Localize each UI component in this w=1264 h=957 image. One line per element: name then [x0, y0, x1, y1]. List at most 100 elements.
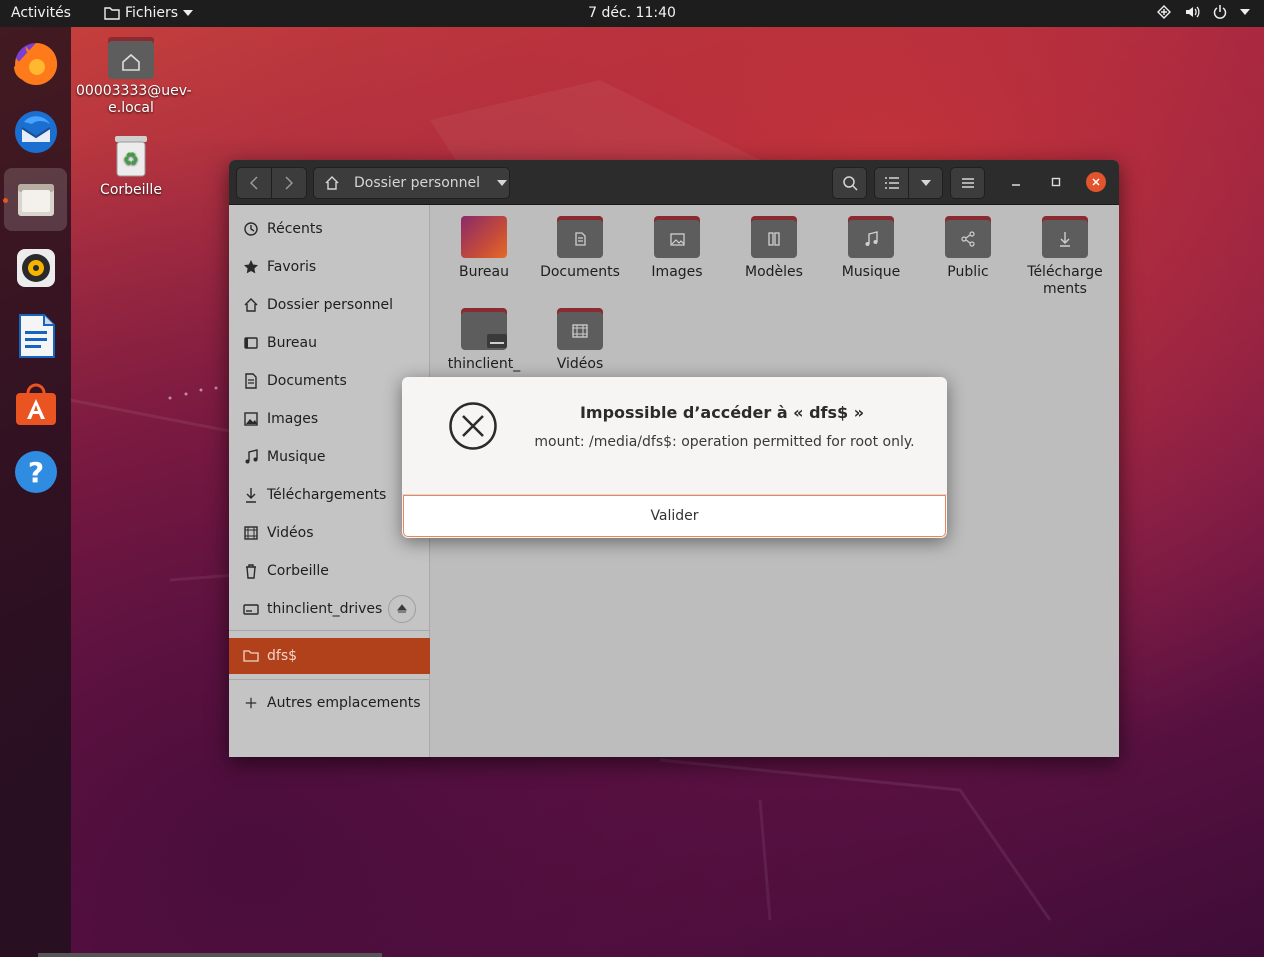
minimize-icon: [1012, 184, 1020, 186]
system-tray[interactable]: [1156, 4, 1250, 20]
sidebar-item-label: Favoris: [267, 259, 317, 275]
trash-icon: [246, 564, 256, 579]
sidebar-item-images[interactable]: Images: [229, 401, 430, 437]
sidebar-item-other-locations[interactable]: Autres emplacements: [229, 685, 430, 721]
desktop-trash-icon[interactable]: ♻ Corbeille: [76, 134, 186, 199]
valider-button[interactable]: Valider: [403, 495, 946, 537]
folder-item[interactable]: Modèles: [726, 216, 822, 281]
folder-item[interactable]: thinclient_: [436, 308, 532, 373]
sidebar-item-corbeille[interactable]: Corbeille: [229, 553, 430, 589]
trash-icon: [229, 563, 267, 579]
sidebar-item-t-l-chargements[interactable]: Téléchargements: [229, 477, 430, 513]
eject-button[interactable]: [388, 595, 416, 623]
image-icon: [244, 412, 258, 426]
firefox-launcher[interactable]: [4, 32, 67, 95]
drive-icon: [461, 308, 507, 350]
dock: ?: [0, 27, 71, 957]
sidebar-item-dossier-personnel[interactable]: Dossier personnel: [229, 287, 430, 323]
sidebar-item-label: thinclient_drives: [267, 601, 383, 617]
music-icon: [245, 449, 258, 464]
document-icon: [229, 373, 267, 389]
sidebar-item-label: Bureau: [267, 335, 317, 351]
view-options-button[interactable]: [908, 167, 943, 199]
minimize-button[interactable]: [1006, 172, 1026, 192]
video-icon: [557, 308, 603, 350]
sidebar: Récents Favoris Dossier personnel Bureau Doc…: [229, 205, 430, 757]
sidebar-item-bureau[interactable]: Bureau: [229, 325, 430, 361]
video-icon: [244, 526, 258, 540]
drive-icon: [243, 604, 259, 615]
chevron-right-icon: [285, 176, 293, 190]
taskbar-strip: [38, 953, 382, 957]
sidebar-item-dfs[interactable]: dfs$: [229, 638, 430, 674]
chevron-left-icon: [250, 176, 258, 190]
music-icon: [229, 449, 267, 465]
rhythmbox-launcher[interactable]: [4, 236, 67, 299]
path-label: Dossier personnel: [354, 175, 481, 191]
desktop-icon: [244, 337, 258, 349]
template-icon: [751, 216, 797, 258]
desktop-home-label: 00003333@uev-e.local: [76, 83, 192, 116]
folder-label: Vidéos: [556, 356, 604, 372]
top-bar: Activités Fichiers 7 déc. 11:40: [0, 0, 1264, 27]
sidebar-separator: [229, 679, 430, 680]
sidebar-item-r-cents[interactable]: Récents: [229, 211, 430, 247]
star-icon: [229, 259, 267, 275]
chevron-down-icon: [1240, 9, 1250, 15]
help-launcher[interactable]: ?: [4, 440, 67, 503]
folder-item[interactable]: Documents: [532, 216, 628, 281]
folder-item[interactable]: Télécharge ments: [1017, 216, 1113, 298]
folder-item[interactable]: Public: [920, 216, 1016, 281]
folder-item[interactable]: Vidéos: [532, 308, 628, 373]
forward-button[interactable]: [271, 167, 307, 199]
trash-icon: ♻: [115, 136, 147, 177]
home-folder-icon: [108, 37, 154, 79]
path-bar[interactable]: Dossier personnel: [313, 167, 510, 199]
thunderbird-icon: [14, 110, 57, 153]
network-icon: [1157, 5, 1171, 19]
folder-item[interactable]: Images: [629, 216, 725, 281]
clock-icon: [229, 221, 267, 237]
plus-icon: [245, 697, 257, 709]
sidebar-item-label: Autres emplacements: [267, 695, 421, 711]
software-launcher[interactable]: [4, 372, 67, 435]
desktop-trash-label: Corbeille: [100, 182, 162, 198]
clock[interactable]: 7 déc. 11:40: [0, 5, 1264, 21]
image-icon: [229, 411, 267, 427]
writer-launcher[interactable]: [4, 304, 67, 367]
sidebar-item-musique[interactable]: Musique: [229, 439, 430, 475]
chevron-down-icon: [920, 180, 931, 186]
sidebar-item-vid-os[interactable]: Vidéos: [229, 515, 430, 551]
view-toggle-button[interactable]: [874, 167, 909, 199]
help-icon: ?: [14, 450, 57, 493]
menu-button[interactable]: [950, 167, 985, 199]
thunderbird-launcher[interactable]: [4, 100, 67, 163]
sidebar-item-label: Documents: [267, 373, 347, 389]
writer-icon: [18, 313, 55, 358]
close-icon: [1092, 178, 1100, 186]
document-icon: [557, 216, 603, 258]
sidebar-item-thinclient-drives[interactable]: thinclient_drives: [229, 591, 430, 627]
maximize-icon: [1051, 177, 1061, 187]
search-button[interactable]: [832, 167, 867, 199]
home-icon: [325, 176, 339, 190]
files-launcher[interactable]: [4, 168, 67, 231]
sidebar-separator: [229, 630, 430, 631]
folder-item[interactable]: Musique: [823, 216, 919, 281]
svg-text:?: ?: [27, 456, 43, 489]
clock-icon: [244, 222, 258, 236]
image-icon: [654, 216, 700, 258]
desktop-icon: [229, 335, 267, 351]
desktop-home-icon[interactable]: 00003333@uev-e.local: [76, 36, 192, 117]
home-icon: [244, 298, 258, 312]
sidebar-item-favoris[interactable]: Favoris: [229, 249, 430, 285]
back-button[interactable]: [236, 167, 272, 199]
firefox-icon: [13, 42, 57, 85]
dialog-message: mount: /media/dfs$: operation permitted …: [534, 434, 915, 450]
maximize-button[interactable]: [1046, 172, 1066, 192]
folder-item[interactable]: Bureau: [436, 216, 532, 281]
volume-icon: [1186, 6, 1200, 18]
close-button[interactable]: [1086, 172, 1106, 192]
sidebar-item-documents[interactable]: Documents: [229, 363, 430, 399]
chevron-down-icon: [497, 180, 508, 186]
